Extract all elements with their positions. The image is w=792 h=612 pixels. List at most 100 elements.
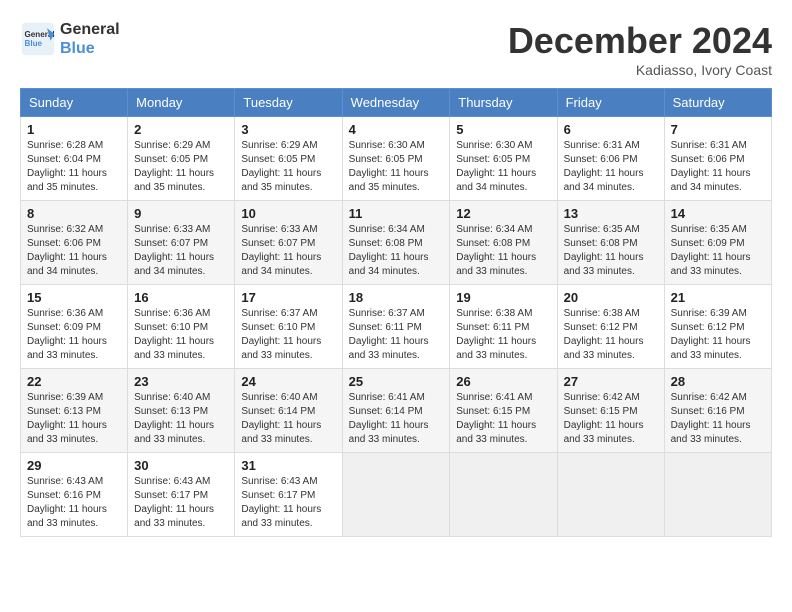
calendar-week-2: 8 Sunrise: 6:32 AM Sunset: 6:06 PM Daylig… [21, 201, 772, 285]
day-number: 9 [134, 206, 228, 221]
calendar-cell: 26 Sunrise: 6:41 AM Sunset: 6:15 PM Dayli… [450, 369, 557, 453]
calendar-cell: 17 Sunrise: 6:37 AM Sunset: 6:10 PM Dayli… [235, 285, 342, 369]
day-number: 5 [456, 122, 550, 137]
day-info: Sunrise: 6:41 AM Sunset: 6:15 PM Dayligh… [456, 391, 550, 447]
calendar-cell: 29Sunrise: 6:43 AM Sunset: 6:16 PM Dayli… [21, 453, 128, 537]
day-number: 27 [564, 374, 658, 389]
logo-line2: Blue [60, 39, 120, 58]
day-number: 6 [564, 122, 658, 137]
day-info: Sunrise: 6:32 AM Sunset: 6:06 PM Dayligh… [27, 223, 121, 279]
calendar-cell: 11 Sunrise: 6:34 AM Sunset: 6:08 PM Dayli… [342, 201, 450, 285]
day-number: 14 [671, 206, 765, 221]
general-blue-icon: General Blue [20, 21, 56, 57]
day-info: Sunrise: 6:33 AM Sunset: 6:07 PM Dayligh… [241, 223, 335, 279]
svg-text:Blue: Blue [25, 39, 43, 48]
calendar-cell: 23 Sunrise: 6:40 AM Sunset: 6:13 PM Dayli… [128, 369, 235, 453]
day-info: Sunrise: 6:34 AM Sunset: 6:08 PM Dayligh… [456, 223, 550, 279]
day-info: Sunrise: 6:30 AM Sunset: 6:05 PM Dayligh… [349, 139, 444, 195]
day-info: Sunrise: 6:36 AM Sunset: 6:10 PM Dayligh… [134, 307, 228, 363]
day-number: 24 [241, 374, 335, 389]
day-number: 3 [241, 122, 335, 137]
day-info: Sunrise: 6:33 AM Sunset: 6:07 PM Dayligh… [134, 223, 228, 279]
day-info: Sunrise: 6:29 AM Sunset: 6:05 PM Dayligh… [134, 139, 228, 195]
calendar-cell: 12 Sunrise: 6:34 AM Sunset: 6:08 PM Dayli… [450, 201, 557, 285]
location-subtitle: Kadiasso, Ivory Coast [508, 62, 772, 78]
day-info: Sunrise: 6:35 AM Sunset: 6:08 PM Dayligh… [564, 223, 658, 279]
day-number: 13 [564, 206, 658, 221]
calendar-header-row: SundayMondayTuesdayWednesdayThursdayFrid… [21, 89, 772, 117]
day-number: 31 [241, 458, 335, 473]
day-info: Sunrise: 6:40 AM Sunset: 6:13 PM Dayligh… [134, 391, 228, 447]
day-info: Sunrise: 6:40 AM Sunset: 6:14 PM Dayligh… [241, 391, 335, 447]
day-number: 12 [456, 206, 550, 221]
day-number: 2 [134, 122, 228, 137]
calendar-cell: 16 Sunrise: 6:36 AM Sunset: 6:10 PM Dayli… [128, 285, 235, 369]
calendar-cell: 2 Sunrise: 6:29 AM Sunset: 6:05 PM Daylig… [128, 117, 235, 201]
day-number: 23 [134, 374, 228, 389]
day-info: Sunrise: 6:29 AM Sunset: 6:05 PM Dayligh… [241, 139, 335, 195]
day-info: Sunrise: 6:39 AM Sunset: 6:13 PM Dayligh… [27, 391, 121, 447]
day-number: 8 [27, 206, 121, 221]
calendar-cell: 22 Sunrise: 6:39 AM Sunset: 6:13 PM Dayli… [21, 369, 128, 453]
calendar-cell: 8 Sunrise: 6:32 AM Sunset: 6:06 PM Daylig… [21, 201, 128, 285]
calendar-cell: 20 Sunrise: 6:38 AM Sunset: 6:12 PM Dayli… [557, 285, 664, 369]
day-info: Sunrise: 6:38 AM Sunset: 6:12 PM Dayligh… [564, 307, 658, 363]
calendar-cell: 15 Sunrise: 6:36 AM Sunset: 6:09 PM Dayli… [21, 285, 128, 369]
month-year-title: December 2024 [508, 20, 772, 62]
calendar-cell: 9 Sunrise: 6:33 AM Sunset: 6:07 PM Daylig… [128, 201, 235, 285]
title-block: December 2024 Kadiasso, Ivory Coast [508, 20, 772, 78]
day-header-saturday: Saturday [664, 89, 771, 117]
logo-line1: General [60, 20, 120, 39]
day-number: 16 [134, 290, 228, 305]
calendar-cell: 30Sunrise: 6:43 AM Sunset: 6:17 PM Dayli… [128, 453, 235, 537]
calendar-cell: 19Sunrise: 6:38 AM Sunset: 6:11 PM Dayli… [450, 285, 557, 369]
day-info: Sunrise: 6:42 AM Sunset: 6:15 PM Dayligh… [564, 391, 658, 447]
day-number: 11 [349, 206, 444, 221]
day-number: 28 [671, 374, 765, 389]
calendar-week-3: 15 Sunrise: 6:36 AM Sunset: 6:09 PM Dayli… [21, 285, 772, 369]
day-info: Sunrise: 6:43 AM Sunset: 6:17 PM Dayligh… [241, 475, 335, 531]
day-number: 17 [241, 290, 335, 305]
day-number: 22 [27, 374, 121, 389]
calendar-cell: 6 Sunrise: 6:31 AM Sunset: 6:06 PM Daylig… [557, 117, 664, 201]
calendar-week-1: 1 Sunrise: 6:28 AM Sunset: 6:04 PM Daylig… [21, 117, 772, 201]
day-header-wednesday: Wednesday [342, 89, 450, 117]
day-info: Sunrise: 6:37 AM Sunset: 6:11 PM Dayligh… [349, 307, 444, 363]
calendar-cell [342, 453, 450, 537]
day-number: 15 [27, 290, 121, 305]
calendar-cell: 25Sunrise: 6:41 AM Sunset: 6:14 PM Dayli… [342, 369, 450, 453]
calendar-cell [557, 453, 664, 537]
calendar-cell [450, 453, 557, 537]
day-number: 20 [564, 290, 658, 305]
day-number: 1 [27, 122, 121, 137]
day-header-thursday: Thursday [450, 89, 557, 117]
day-info: Sunrise: 6:37 AM Sunset: 6:10 PM Dayligh… [241, 307, 335, 363]
day-number: 30 [134, 458, 228, 473]
day-info: Sunrise: 6:39 AM Sunset: 6:12 PM Dayligh… [671, 307, 765, 363]
calendar-cell: 24 Sunrise: 6:40 AM Sunset: 6:14 PM Dayli… [235, 369, 342, 453]
logo: General Blue General Blue [20, 20, 120, 58]
calendar-cell: 14Sunrise: 6:35 AM Sunset: 6:09 PM Dayli… [664, 201, 771, 285]
calendar-table: SundayMondayTuesdayWednesdayThursdayFrid… [20, 88, 772, 537]
calendar-cell: 3 Sunrise: 6:29 AM Sunset: 6:05 PM Daylig… [235, 117, 342, 201]
day-info: Sunrise: 6:31 AM Sunset: 6:06 PM Dayligh… [564, 139, 658, 195]
day-number: 18 [349, 290, 444, 305]
day-number: 26 [456, 374, 550, 389]
calendar-cell: 1 Sunrise: 6:28 AM Sunset: 6:04 PM Daylig… [21, 117, 128, 201]
calendar-cell: 21 Sunrise: 6:39 AM Sunset: 6:12 PM Dayli… [664, 285, 771, 369]
day-number: 25 [349, 374, 444, 389]
day-info: Sunrise: 6:30 AM Sunset: 6:05 PM Dayligh… [456, 139, 550, 195]
day-number: 29 [27, 458, 121, 473]
day-info: Sunrise: 6:36 AM Sunset: 6:09 PM Dayligh… [27, 307, 121, 363]
day-number: 19 [456, 290, 550, 305]
day-info: Sunrise: 6:34 AM Sunset: 6:08 PM Dayligh… [349, 223, 444, 279]
day-number: 7 [671, 122, 765, 137]
calendar-cell: 4 Sunrise: 6:30 AM Sunset: 6:05 PM Daylig… [342, 117, 450, 201]
calendar-cell: 13 Sunrise: 6:35 AM Sunset: 6:08 PM Dayli… [557, 201, 664, 285]
day-number: 4 [349, 122, 444, 137]
day-info: Sunrise: 6:28 AM Sunset: 6:04 PM Dayligh… [27, 139, 121, 195]
calendar-cell: 28Sunrise: 6:42 AM Sunset: 6:16 PM Dayli… [664, 369, 771, 453]
day-header-sunday: Sunday [21, 89, 128, 117]
calendar-cell: 7Sunrise: 6:31 AM Sunset: 6:06 PM Daylig… [664, 117, 771, 201]
day-number: 21 [671, 290, 765, 305]
